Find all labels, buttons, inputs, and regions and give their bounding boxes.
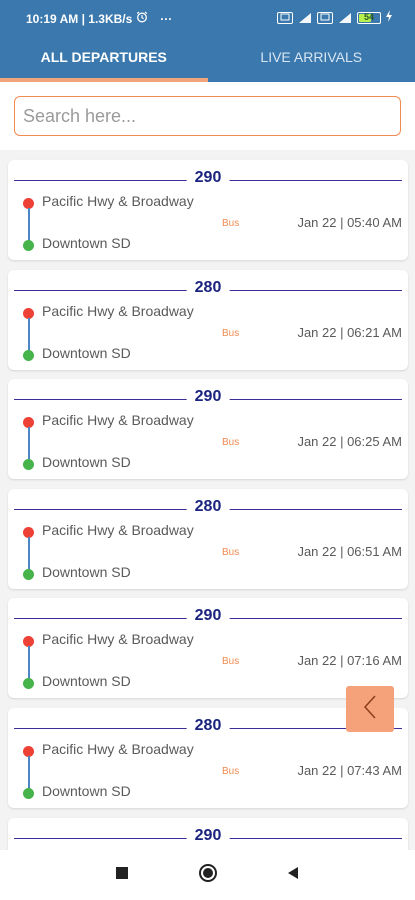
triangle-left-icon <box>286 866 300 885</box>
route-connector <box>28 208 30 241</box>
transit-mode: Bus <box>222 437 240 448</box>
route-number: 280 <box>186 279 230 297</box>
departure-datetime: Jan 22 | 07:16 AM <box>297 653 402 668</box>
system-nav-bar <box>0 850 415 900</box>
destination-stop: Downtown SD <box>42 235 131 251</box>
charging-icon <box>385 10 393 25</box>
origin-stop: Pacific Hwy & Broadway <box>42 303 194 319</box>
more-notifications-icon: ··· <box>160 11 173 26</box>
departure-datetime: Jan 22 | 05:40 AM <box>297 215 402 230</box>
alarm-icon <box>136 11 148 26</box>
status-right: 54 <box>277 10 393 25</box>
departure-card[interactable]: 280 Pacific Hwy & Broadway Downtown SD B… <box>8 489 408 589</box>
departure-card[interactable]: 290 Pacific Hwy & Broadway Downtown SD B… <box>8 379 408 479</box>
circle-icon <box>198 863 218 888</box>
destination-dot-icon <box>23 569 34 580</box>
departure-datetime: Jan 22 | 06:51 AM <box>297 544 402 559</box>
nav-recent-button[interactable] <box>111 864 133 886</box>
app-header: 10:19 AM | 1.3KB/s ··· 54 ALL DEPARTURES… <box>0 0 415 82</box>
tab-bar: ALL DEPARTURES LIVE ARRIVALS <box>0 36 415 82</box>
destination-stop: Downtown SD <box>42 345 131 361</box>
destination-stop: Downtown SD <box>42 454 131 470</box>
search-input[interactable] <box>15 97 400 135</box>
route-number: 280 <box>186 717 230 735</box>
departure-datetime: Jan 22 | 06:21 AM <box>297 325 402 340</box>
route-number: 290 <box>186 827 230 845</box>
destination-stop: Downtown SD <box>42 783 131 799</box>
destination-dot-icon <box>23 459 34 470</box>
status-left: 10:19 AM | 1.3KB/s ··· <box>26 11 172 26</box>
departure-card[interactable]: 280 Pacific Hwy & Broadway Downtown SD B… <box>8 270 408 370</box>
signal-2-icon <box>339 12 351 23</box>
transit-mode: Bus <box>222 656 240 667</box>
transit-mode: Bus <box>222 766 240 777</box>
square-icon <box>116 866 128 884</box>
destination-stop: Downtown SD <box>42 673 131 689</box>
route-number: 280 <box>186 498 230 516</box>
route-number: 290 <box>186 169 230 187</box>
battery-icon: 54 <box>357 11 381 24</box>
route-number: 290 <box>186 388 230 406</box>
departure-datetime: Jan 22 | 06:25 AM <box>297 434 402 449</box>
departure-card[interactable]: 290 Pacific Hwy & Broadway Downtown SD B… <box>8 160 408 260</box>
route-number: 290 <box>186 607 230 625</box>
nav-back-button[interactable] <box>282 864 304 886</box>
origin-stop: Pacific Hwy & Broadway <box>42 741 194 757</box>
tab-live-arrivals[interactable]: LIVE ARRIVALS <box>208 36 415 82</box>
signal-1-icon <box>299 12 311 23</box>
route-connector <box>28 756 30 789</box>
search-box <box>14 96 401 136</box>
transit-mode: Bus <box>222 547 240 558</box>
destination-stop: Downtown SD <box>42 564 131 580</box>
destination-dot-icon <box>23 678 34 689</box>
origin-stop: Pacific Hwy & Broadway <box>42 193 194 209</box>
chevron-left-icon <box>361 694 379 725</box>
nav-home-button[interactable] <box>197 863 219 888</box>
destination-dot-icon <box>23 350 34 361</box>
route-connector <box>28 537 30 570</box>
destination-dot-icon <box>23 240 34 251</box>
status-bar: 10:19 AM | 1.3KB/s ··· 54 <box>0 0 415 36</box>
departure-card[interactable]: 290 Pacific Hwy & Broadway Downtown SD B… <box>8 598 408 698</box>
route-connector <box>28 646 30 679</box>
origin-stop: Pacific Hwy & Broadway <box>42 522 194 538</box>
route-connector <box>28 318 30 351</box>
origin-stop: Pacific Hwy & Broadway <box>42 412 194 428</box>
departure-card[interactable]: 290 <box>8 818 408 850</box>
departure-datetime: Jan 22 | 07:43 AM <box>297 763 402 778</box>
status-time-speed: 10:19 AM | 1.3KB/s <box>26 11 133 26</box>
volte-2-icon <box>317 11 333 24</box>
transit-mode: Bus <box>222 328 240 339</box>
origin-stop: Pacific Hwy & Broadway <box>42 631 194 647</box>
departures-list[interactable]: 290 Pacific Hwy & Broadway Downtown SD B… <box>0 150 415 850</box>
tab-all-departures[interactable]: ALL DEPARTURES <box>0 36 208 82</box>
transit-mode: Bus <box>222 218 240 229</box>
battery-level: 54 <box>363 11 374 22</box>
collapse-panel-button[interactable] <box>346 686 394 732</box>
route-connector <box>28 427 30 460</box>
destination-dot-icon <box>23 788 34 799</box>
volte-icon <box>277 11 293 24</box>
